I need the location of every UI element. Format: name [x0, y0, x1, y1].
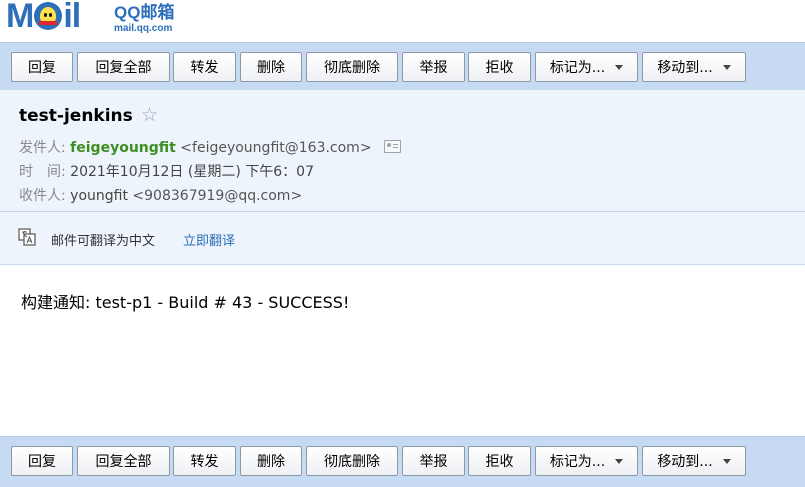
logo-subtitle: QQ邮箱 mail.qq.com [114, 3, 174, 34]
sender-label: 发件人: [19, 140, 66, 156]
translate-now-link[interactable]: 立即翻译 [183, 230, 235, 249]
qq-mail-logo[interactable]: Mil QQ邮箱 mail.qq.com [0, 0, 805, 40]
chevron-down-icon [615, 459, 624, 464]
move-to-dropdown[interactable]: 移动到... [642, 52, 746, 82]
reply-button[interactable]: 回复 [11, 446, 73, 476]
recipient-label: 收件人: [19, 188, 66, 204]
translate-bar: 邮件可翻译为中文 立即翻译 [0, 212, 805, 265]
time-row: 时 间: 2021年10月12日 (星期二) 下午6：07 [19, 161, 314, 181]
reject-button[interactable]: 拒收 [468, 52, 531, 82]
toolbar-top: 回复 回复全部 转发 删除 彻底删除 举报 拒收 标记为... 移动到... [0, 42, 805, 90]
logo-domain: mail.qq.com [114, 23, 173, 34]
delete-permanently-button[interactable]: 彻底删除 [306, 446, 398, 476]
time-label: 时 间: [19, 164, 66, 180]
recipient-row: 收件人: youngfit <908367919@qq.com> [19, 185, 302, 205]
logo-letter-m: M [6, 0, 34, 35]
report-button[interactable]: 举报 [402, 446, 465, 476]
delete-permanently-button[interactable]: 彻底删除 [306, 52, 398, 82]
logo-title: QQ邮箱 [114, 3, 175, 22]
time-value: 2021年10月12日 (星期二) 下午6：07 [70, 164, 314, 180]
recipient-name[interactable]: youngfit [70, 188, 128, 204]
star-icon[interactable]: ☆ [141, 104, 158, 126]
chevron-down-icon [722, 65, 731, 70]
translate-hint: 邮件可翻译为中文 [51, 234, 156, 249]
delete-button[interactable]: 删除 [240, 52, 302, 82]
reject-button[interactable]: 拒收 [468, 446, 531, 476]
chevron-down-icon [615, 65, 624, 70]
mail-subject: test-jenkins [19, 106, 133, 126]
report-button[interactable]: 举报 [402, 52, 465, 82]
penguin-icon [34, 2, 63, 30]
reply-button[interactable]: 回复 [11, 52, 73, 82]
mark-as-dropdown[interactable]: 标记为... [535, 52, 638, 82]
contact-card-icon[interactable] [384, 140, 402, 153]
sender-name[interactable]: feigeyoungfit [70, 140, 176, 156]
sender-email[interactable]: <feigeyoungfit@163.com> [180, 140, 371, 156]
forward-button[interactable]: 转发 [173, 446, 236, 476]
forward-button[interactable]: 转发 [173, 52, 236, 82]
logo-letters-il: il [63, 0, 81, 35]
reply-all-button[interactable]: 回复全部 [77, 446, 170, 476]
translate-icon [18, 228, 36, 246]
mark-as-dropdown[interactable]: 标记为... [535, 446, 638, 476]
toolbar-bottom: 回复 回复全部 转发 删除 彻底删除 举报 拒收 标记为... 移动到... [0, 436, 805, 487]
logo-wordmark: Mil [6, 0, 81, 36]
mail-header: test-jenkins ☆ 发件人: feigeyoungfit <feige… [0, 90, 805, 212]
chevron-down-icon [722, 459, 731, 464]
reply-all-button[interactable]: 回复全部 [77, 52, 170, 82]
sender-row: 发件人: feigeyoungfit <feigeyoungfit@163.co… [19, 137, 402, 157]
mail-body-text: 构建通知: test-p1 - Build # 43 - SUCCESS! [21, 293, 350, 312]
recipient-email[interactable]: <908367919@qq.com> [132, 188, 302, 204]
move-to-dropdown[interactable]: 移动到... [642, 446, 746, 476]
delete-button[interactable]: 删除 [240, 446, 302, 476]
